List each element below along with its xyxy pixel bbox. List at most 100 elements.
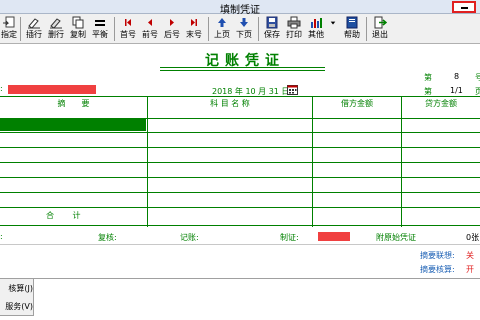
title-bar: 填制凭证	[0, 0, 480, 16]
summary-check-value[interactable]: 开	[466, 264, 474, 275]
bookkeeper-label: :	[0, 232, 3, 241]
column-header-summary: 摘 要	[57, 99, 90, 108]
side-panel: 核算(J) 服务(V)	[0, 278, 34, 316]
first-label: 首号	[120, 30, 136, 39]
insert-row-label: 插行	[26, 30, 42, 39]
bottom-panel	[34, 278, 480, 316]
voucher-type-field[interactable]	[8, 85, 96, 94]
column-divider	[312, 97, 313, 227]
voucher-no-unit: 号	[475, 73, 480, 82]
save-label: 保存	[264, 30, 280, 39]
delete-row-label: 删行	[48, 30, 64, 39]
title-underline	[160, 67, 325, 68]
other-label: 其他	[308, 30, 324, 39]
attachments-label: 附原始凭证	[376, 233, 416, 242]
specify-label: 指定	[1, 30, 17, 39]
voucher-type-label: :	[0, 84, 3, 93]
toolbar-separator	[366, 17, 367, 41]
save-icon	[266, 16, 278, 29]
toolbar-separator	[20, 17, 21, 41]
balance-icon	[95, 20, 105, 26]
last-button[interactable]: 末号	[184, 15, 204, 43]
recorder-label: 记账:	[180, 233, 199, 242]
arrow-down-icon	[240, 18, 248, 27]
page-value: 1/1	[450, 86, 463, 95]
exit-icon	[374, 16, 387, 29]
voucher-no-label: 第	[424, 73, 432, 82]
first-button[interactable]: 首号	[118, 15, 138, 43]
column-header-credit: 贷方金额	[425, 99, 457, 108]
toolbar-separator	[258, 17, 259, 41]
summary-assoc-value[interactable]: 关	[466, 250, 474, 261]
arrow-doc-icon	[3, 16, 15, 28]
attachments-count[interactable]: 0张	[466, 232, 479, 243]
selected-summary-cell[interactable]	[0, 119, 146, 131]
chart-icon	[311, 18, 322, 28]
exit-label: 退出	[372, 30, 388, 39]
save-button[interactable]: 保存	[262, 15, 282, 43]
help-button[interactable]: 帮助	[342, 15, 362, 43]
accounting-button[interactable]: 核算(J)	[0, 281, 33, 297]
maker-field	[318, 232, 350, 241]
insert-row-button[interactable]: 插行	[24, 15, 44, 43]
voucher-table: 摘 要 科 目 名 称 借方金额 贷方金额 合 计	[0, 96, 480, 227]
toolbar: 指定 插行 删行 复制 平衡 首号 前号 后号 末号 上页 下页 保存 打印 其…	[0, 14, 480, 44]
calendar-icon[interactable]	[287, 85, 298, 95]
column-header-debit: 借方金额	[341, 99, 373, 108]
next-icon	[170, 19, 174, 26]
last-label: 末号	[186, 30, 202, 39]
exit-button[interactable]: 退出	[370, 15, 390, 43]
row-divider	[0, 147, 480, 148]
prev-icon	[148, 19, 152, 26]
column-header-account: 科 目 名 称	[210, 99, 250, 108]
row-divider	[0, 207, 480, 208]
arrow-up-icon	[218, 18, 226, 27]
copy-label: 复制	[70, 30, 86, 39]
minimize-icon	[461, 7, 468, 9]
toolbar-separator	[208, 17, 209, 41]
toolbar-separator	[114, 17, 115, 41]
insert-row-icon	[28, 18, 40, 29]
copy-icon	[72, 16, 84, 29]
reviewer-label: 复核:	[98, 233, 117, 242]
print-label: 打印	[286, 30, 302, 39]
row-divider	[0, 162, 480, 163]
help-label: 帮助	[344, 30, 360, 39]
prev-no-button[interactable]: 前号	[140, 15, 160, 43]
divider	[0, 244, 480, 245]
delete-row-icon	[50, 18, 62, 29]
row-divider	[0, 192, 480, 193]
first-icon	[125, 19, 131, 26]
service-button[interactable]: 服务(V)	[0, 299, 33, 315]
row-divider	[0, 132, 480, 133]
last-icon	[191, 19, 197, 26]
summary-check-label: 摘要核算:	[420, 265, 455, 274]
print-icon	[287, 16, 301, 29]
print-button[interactable]: 打印	[284, 15, 304, 43]
row-divider	[0, 177, 480, 178]
column-divider	[147, 97, 148, 227]
other-button[interactable]: 其他	[306, 15, 326, 43]
voucher-no-value[interactable]: 8	[454, 72, 459, 81]
balance-label: 平衡	[92, 30, 108, 39]
next-no-label: 后号	[164, 30, 180, 39]
next-no-button[interactable]: 后号	[162, 15, 182, 43]
delete-row-button[interactable]: 删行	[46, 15, 66, 43]
page-up-label: 上页	[214, 30, 230, 39]
total-label: 合 计	[46, 211, 89, 220]
balance-button[interactable]: 平衡	[90, 15, 110, 43]
page-down-label: 下页	[236, 30, 252, 39]
title-underline	[160, 70, 325, 71]
other-dropdown[interactable]	[328, 15, 338, 43]
chevron-down-icon	[330, 21, 336, 25]
page-up-button[interactable]: 上页	[212, 15, 232, 43]
copy-button[interactable]: 复制	[68, 15, 88, 43]
minimize-button[interactable]	[452, 1, 476, 13]
prev-no-label: 前号	[142, 30, 158, 39]
summary-assoc-label: 摘要联想:	[420, 251, 455, 260]
specify-button[interactable]: 指定	[0, 15, 18, 43]
maker-label: 制证:	[280, 233, 299, 242]
column-divider	[401, 97, 402, 227]
page-down-button[interactable]: 下页	[234, 15, 254, 43]
help-icon	[346, 16, 358, 29]
